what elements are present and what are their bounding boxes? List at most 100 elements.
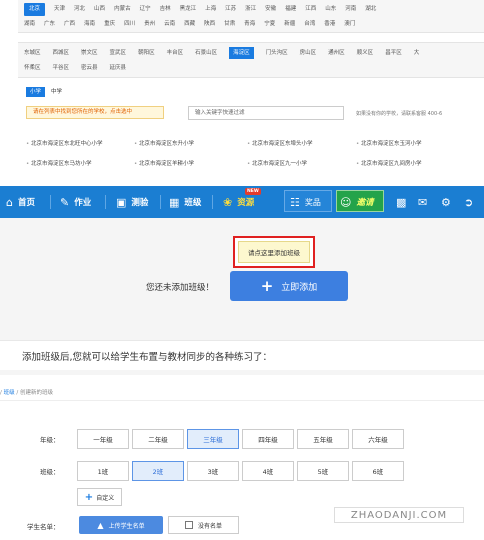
breadcrumb-class-link[interactable]: 班级 bbox=[4, 390, 15, 396]
province-item[interactable]: 湖北 bbox=[365, 3, 376, 16]
district-item[interactable]: 石景山区 bbox=[195, 47, 217, 59]
province-item[interactable]: 宁夏 bbox=[264, 18, 275, 31]
no-roster-option[interactable]: 没有名单 bbox=[168, 516, 239, 534]
district-item[interactable]: 海淀区 bbox=[229, 47, 254, 59]
nav-invite-content[interactable]: ☺ 邀请 bbox=[340, 186, 373, 218]
grade-option[interactable]: 四年级 bbox=[242, 429, 294, 449]
province-item[interactable]: 广东 bbox=[44, 18, 55, 31]
province-item[interactable]: 西藏 bbox=[184, 18, 195, 31]
grade-label: 年级： bbox=[40, 436, 60, 444]
province-item[interactable]: 甘肃 bbox=[224, 18, 235, 31]
grade-option[interactable]: 三年级 bbox=[187, 429, 239, 449]
class-info-card: 添加班级后,您就可以给学生布置与教材同步的各种练习了： bbox=[0, 340, 484, 370]
province-item[interactable]: 天津 bbox=[54, 3, 65, 16]
district-item[interactable]: 朝阳区 bbox=[138, 47, 155, 59]
district-item[interactable]: 通州区 bbox=[328, 47, 345, 59]
district-row-1: 东城区 西城区 崇文区 宣武区 朝阳区 丰台区 石景山区 海淀区 门头沟区 房山区 通州区 顺义区 昌平… bbox=[24, 47, 431, 59]
province-item[interactable]: 四川 bbox=[124, 18, 135, 31]
school-level-tab[interactable]: 小学 bbox=[26, 87, 46, 97]
district-item[interactable]: 门头沟区 bbox=[266, 47, 288, 59]
province-item[interactable]: 河北 bbox=[74, 3, 85, 16]
province-item[interactable]: 贵州 bbox=[144, 18, 155, 31]
class-option[interactable]: 6班 bbox=[352, 461, 404, 481]
province-item[interactable]: 北京 bbox=[24, 3, 46, 16]
district-item[interactable]: 怀柔区 bbox=[24, 62, 41, 74]
province-item[interactable]: 福建 bbox=[285, 3, 296, 16]
province-item[interactable]: 广西 bbox=[64, 18, 75, 31]
province-item[interactable]: 新疆 bbox=[284, 18, 295, 31]
province-item[interactable]: 辽宁 bbox=[140, 3, 151, 16]
province-item[interactable]: 重庆 bbox=[104, 18, 115, 31]
district-item[interactable]: 密云县 bbox=[81, 62, 98, 74]
province-item[interactable]: 湖南 bbox=[24, 18, 35, 31]
save-icon[interactable]: ▩ bbox=[396, 186, 406, 218]
grade-option[interactable]: 五年级 bbox=[297, 429, 349, 449]
district-item[interactable]: 平谷区 bbox=[53, 62, 70, 74]
school-filter-input[interactable]: 输入关键字快速过滤 bbox=[188, 106, 344, 120]
province-item[interactable]: 澳门 bbox=[344, 18, 355, 31]
gear-icon[interactable]: ⚙ bbox=[441, 186, 451, 218]
class-option[interactable]: 1班 bbox=[77, 461, 129, 481]
class-option[interactable]: 3班 bbox=[187, 461, 239, 481]
school-item[interactable]: 北京市海淀区东北旺中心小学 bbox=[26, 139, 103, 147]
gift-icon: ☷ bbox=[290, 195, 300, 209]
custom-class-button[interactable]: + 自定义 bbox=[77, 488, 122, 506]
district-item[interactable]: 宣武区 bbox=[110, 47, 127, 59]
nav-class[interactable]: ▦ 班级 bbox=[169, 186, 201, 218]
province-item[interactable]: 黑龙江 bbox=[180, 3, 197, 16]
school-item[interactable]: 北京市海淀区羊耕小学 bbox=[134, 159, 194, 167]
province-item[interactable]: 海南 bbox=[84, 18, 95, 31]
province-item[interactable]: 河南 bbox=[345, 3, 356, 16]
school-item[interactable]: 北京市海淀区东埠头小学 bbox=[247, 139, 313, 147]
province-item[interactable]: 浙江 bbox=[245, 3, 256, 16]
nav-prizes-content[interactable]: ☷ 奖品 bbox=[290, 186, 321, 218]
school-level-tab[interactable]: 中学 bbox=[51, 87, 62, 97]
province-item[interactable]: 安徽 bbox=[265, 3, 276, 16]
province-item[interactable]: 山西 bbox=[94, 3, 105, 16]
province-item[interactable]: 台湾 bbox=[304, 18, 315, 31]
school-item[interactable]: 北京市海淀区九一小学 bbox=[247, 159, 307, 167]
province-item[interactable]: 香港 bbox=[324, 18, 335, 31]
school-item[interactable]: 北京市海淀区九间房小学 bbox=[356, 159, 422, 167]
province-item[interactable]: 云南 bbox=[164, 18, 175, 31]
class-option[interactable]: 4班 bbox=[242, 461, 294, 481]
district-item[interactable]: 西城区 bbox=[53, 47, 70, 59]
school-picker-panel: 北京 天津 河北 山西 内蒙古 辽宁 吉林 黑龙江 上海 江苏 浙江 安徽 福建 江西 山东 河南 湖北 湖南广… bbox=[0, 0, 484, 180]
mail-icon[interactable]: ✉ bbox=[418, 186, 427, 218]
district-item[interactable]: 延庆县 bbox=[110, 62, 127, 74]
district-item[interactable]: 丰台区 bbox=[167, 47, 184, 59]
nav-divider bbox=[105, 195, 106, 209]
watermark: ZHAODANJI.COM bbox=[334, 507, 464, 523]
province-item[interactable]: 江苏 bbox=[225, 3, 236, 16]
nav-quiz[interactable]: ▣ 测验 bbox=[116, 186, 148, 218]
add-class-button-label: 立即添加 bbox=[281, 282, 318, 293]
province-item[interactable]: 江西 bbox=[305, 3, 316, 16]
district-item[interactable]: 大 bbox=[414, 47, 420, 59]
province-item[interactable]: 吉林 bbox=[160, 3, 171, 16]
district-item[interactable]: 顺义区 bbox=[357, 47, 374, 59]
district-item[interactable]: 东城区 bbox=[24, 47, 41, 59]
new-badge: NEW bbox=[245, 188, 261, 195]
province-item[interactable]: 青海 bbox=[244, 18, 255, 31]
province-item[interactable]: 陕西 bbox=[204, 18, 215, 31]
province-item[interactable]: 内蒙古 bbox=[114, 3, 131, 16]
grade-option[interactable]: 六年级 bbox=[352, 429, 404, 449]
grade-option[interactable]: 一年级 bbox=[77, 429, 129, 449]
class-option[interactable]: 5班 bbox=[297, 461, 349, 481]
district-item[interactable]: 崇文区 bbox=[81, 47, 98, 59]
add-class-button[interactable]: + 立即添加 bbox=[230, 271, 348, 301]
nav-home[interactable]: ⌂ 首页 bbox=[6, 186, 35, 218]
class-option[interactable]: 2班 bbox=[132, 461, 184, 481]
nav-homework[interactable]: ✎ 作业 bbox=[60, 186, 91, 218]
province-item[interactable]: 山东 bbox=[325, 3, 336, 16]
province-item[interactable]: 上海 bbox=[205, 3, 216, 16]
grade-option[interactable]: 二年级 bbox=[132, 429, 184, 449]
school-item[interactable]: 北京市海淀区东马坊小学 bbox=[26, 159, 92, 167]
district-item[interactable]: 房山区 bbox=[300, 47, 317, 59]
school-item[interactable]: 北京市海淀区东玉河小学 bbox=[356, 139, 422, 147]
upload-roster-button[interactable]: ▲ 上传学生名单 bbox=[79, 516, 163, 534]
logout-icon[interactable]: ➲ bbox=[464, 186, 473, 218]
district-item[interactable]: 昌平区 bbox=[385, 47, 402, 59]
school-item[interactable]: 北京市海淀区东升小学 bbox=[134, 139, 194, 147]
add-class-tooltip[interactable]: 请点这里添加班级 bbox=[233, 236, 315, 268]
